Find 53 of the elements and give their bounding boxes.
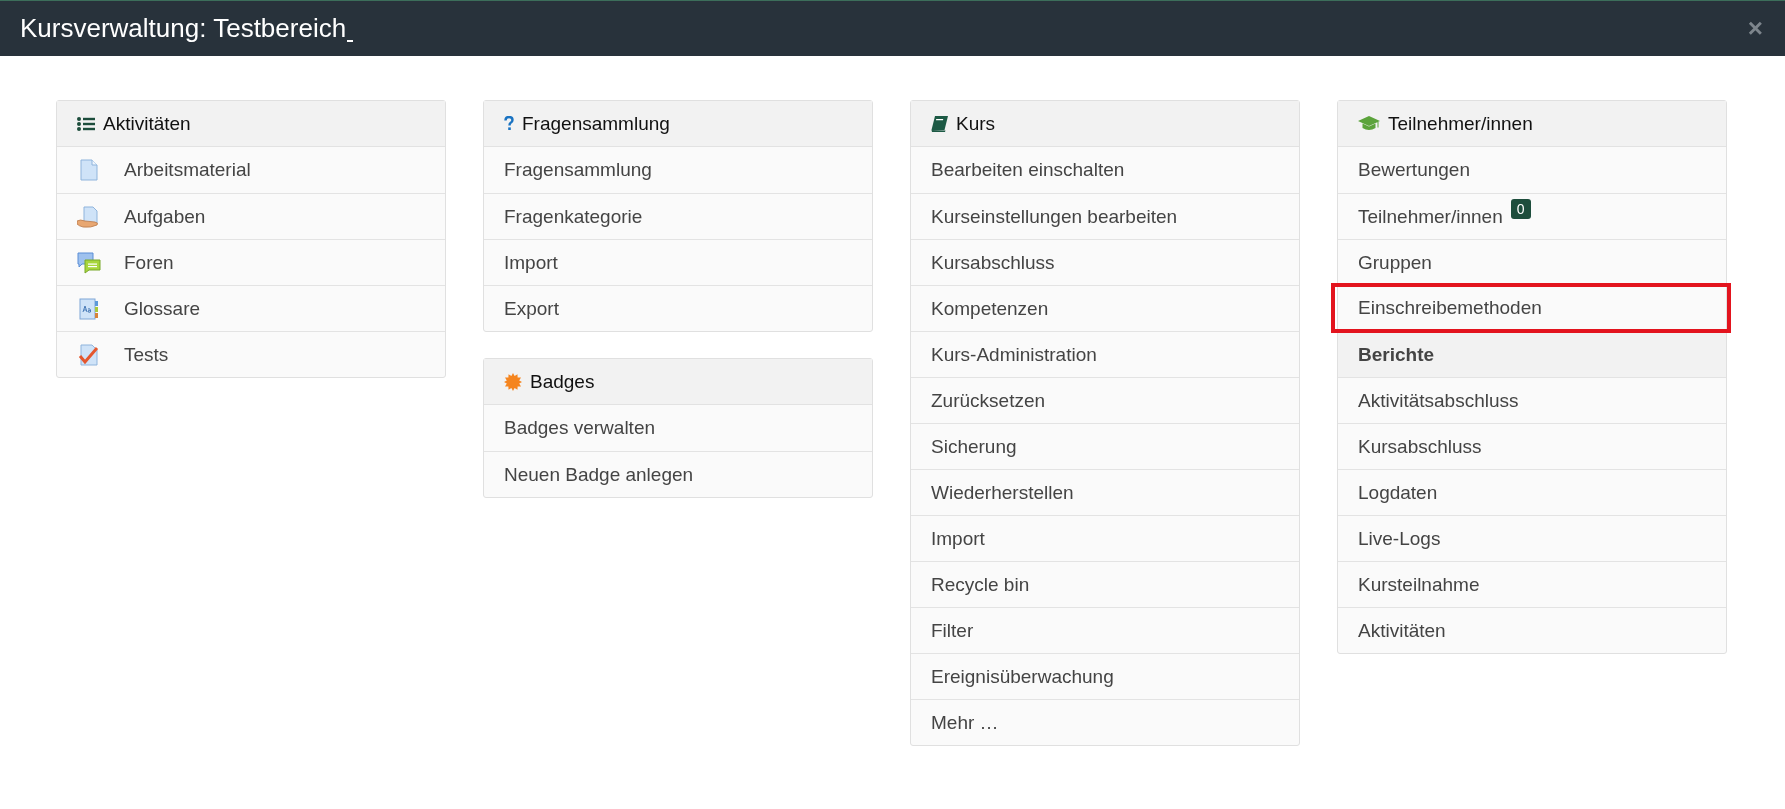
list-icon [77, 116, 95, 131]
menu-link[interactable]: Bearbeiten einschalten [911, 147, 1299, 193]
menu-link[interactable]: Recycle bin [911, 561, 1299, 607]
activity-link[interactable]: Glossare [124, 297, 201, 320]
menu-link[interactable]: Badges verwalten [484, 405, 872, 451]
panel-title: Teilnehmer/innen [1388, 112, 1533, 135]
menu-link[interactable]: Kurs-Administration [911, 331, 1299, 377]
menu-link[interactable]: Live-Logs [1338, 515, 1726, 561]
window-title: Kursverwaltung: Testbereich [20, 13, 347, 44]
menu-link[interactable]: Kursabschluss [911, 239, 1299, 285]
activity-link[interactable]: Aufgaben [124, 205, 206, 228]
graduation-cap-icon [1358, 116, 1380, 131]
speech-bubbles-icon [77, 251, 101, 274]
badge-icon [504, 372, 522, 391]
menu-link[interactable]: Kurseinstellungen bearbeiten [911, 193, 1299, 239]
menu-link[interactable]: Neuen Badge anlegen [484, 451, 872, 497]
activity-link[interactable]: Foren [124, 251, 174, 274]
glossary-book-icon [77, 297, 101, 320]
activity-link[interactable]: Tests [124, 343, 169, 366]
activity-link[interactable]: Arbeitsmaterial [124, 159, 251, 181]
menu-link[interactable]: Teilnehmer/innen 0 [1338, 193, 1726, 239]
menu-link[interactable]: Logdaten [1338, 469, 1726, 515]
menu-link[interactable]: Kursteilnahme [1338, 561, 1726, 607]
menu-link[interactable]: Wiederherstellen [911, 469, 1299, 515]
menu-link[interactable]: Kursabschluss [1338, 423, 1726, 469]
menu-link[interactable]: Kompetenzen [911, 285, 1299, 331]
panel-title: Aktivitäten [103, 112, 191, 135]
panel-title: Kurs [956, 112, 996, 135]
question-mark-icon [504, 116, 514, 131]
panel-title: Fragensammlung [522, 112, 670, 135]
menu-link[interactable]: Ereignisüberwachung [911, 653, 1299, 699]
panel-title: Badges [530, 370, 595, 393]
count-badge: 0 [1510, 199, 1531, 219]
menu-link[interactable]: Sicherung [911, 423, 1299, 469]
menu-link[interactable]: Gruppen [1338, 239, 1726, 285]
menu-link[interactable]: Aktivitäten [1338, 607, 1726, 653]
menu-link[interactable]: Fragenkategorie [484, 193, 872, 239]
book-icon [931, 115, 948, 132]
menu-link[interactable]: Mehr … [911, 699, 1299, 745]
menu-link[interactable]: Filter [911, 607, 1299, 653]
menu-link[interactable]: Import [484, 239, 872, 285]
section-heading: Berichte [1338, 331, 1726, 377]
document-icon [77, 159, 101, 181]
document-on-hand-icon [77, 205, 101, 228]
menu-link[interactable]: Bewertungen [1338, 147, 1726, 193]
text-cursor [347, 40, 354, 42]
menu-link[interactable]: Zurücksetzen [911, 377, 1299, 423]
menu-link[interactable]: Fragensammlung [484, 147, 872, 193]
menu-link[interactable]: Einschreibemethoden [1331, 283, 1731, 333]
menu-link[interactable]: Aktivitätsabschluss [1338, 377, 1726, 423]
menu-link[interactable]: Export [484, 285, 872, 331]
menu-link[interactable]: Import [911, 515, 1299, 561]
checked-document-icon [77, 343, 101, 366]
